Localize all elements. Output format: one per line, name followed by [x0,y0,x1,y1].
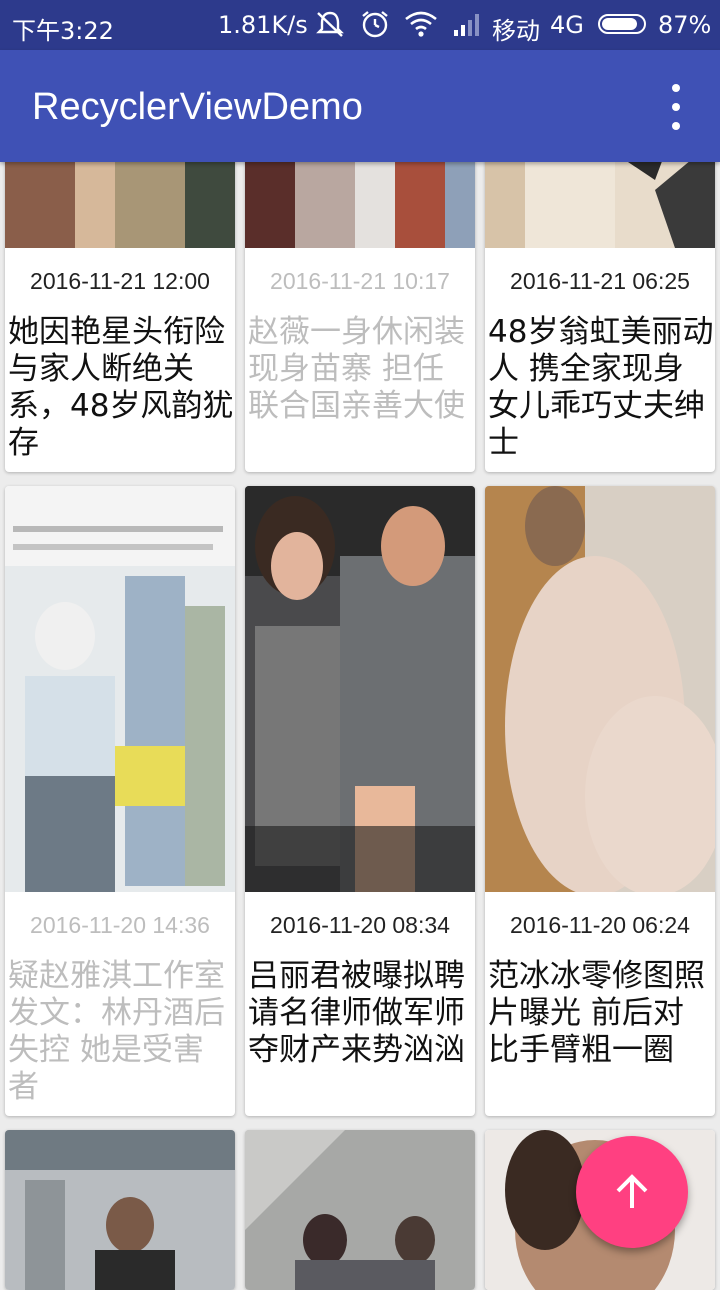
app-title: RecyclerViewDemo [32,86,363,128]
status-bar: 下午3:22 1.81K/s 移动 4G 87% [0,0,720,50]
signal-icon [454,14,479,36]
news-thumbnail [245,486,475,892]
news-thumbnail [245,1130,475,1290]
news-title: 48岁翁虹美丽动人 携全家现身女儿乖巧丈夫绅士 [488,314,714,461]
battery-level [602,18,637,30]
network-type: 4G [550,11,584,39]
news-title: 范冰冰零修图照片曝光 前后对比手臂粗一圈 [488,958,705,1068]
news-title: 赵薇一身休闲装现身苗寨 担任联合国亲善大使 [248,314,465,424]
news-thumbnail [5,1130,235,1290]
news-date: 2016-11-20 14:36 [30,912,210,938]
news-date: 2016-11-21 06:25 [510,268,690,294]
alarm-icon [362,11,388,38]
news-date: 2016-11-20 08:34 [270,912,450,938]
carrier-name: 移动 [492,17,540,45]
battery-percent: 87% [658,11,712,39]
news-card[interactable] [245,1130,475,1290]
news-grid[interactable]: 2016-11-21 12:00 她因艳星头衔险与家人断绝关系，48岁风韵犹存 … [0,0,720,1290]
app-bar: RecyclerViewDemo [0,50,720,162]
news-date: 2016-11-20 06:24 [510,912,690,938]
news-thumbnail [485,486,715,892]
news-card[interactable] [5,1130,235,1290]
scroll-to-top-button[interactable] [576,1136,688,1248]
news-title: 她因艳星头衔险与家人断绝关系，48岁风韵犹存 [8,314,234,461]
news-date: 2016-11-21 12:00 [30,268,210,294]
overflow-menu-icon[interactable] [656,84,696,130]
news-thumbnail [5,486,235,892]
news-title: 疑赵雅淇工作室发文：林丹酒后失控 她是受害者 [8,958,225,1105]
news-card[interactable]: 2016-11-20 08:34 吕丽君被曝拟聘请名律师做军师夺财产来势汹汹 [245,486,475,1116]
news-card[interactable]: 2016-11-20 14:36 疑赵雅淇工作室发文：林丹酒后失控 她是受害者 [5,486,235,1116]
news-title: 吕丽君被曝拟聘请名律师做军师夺财产来势汹汹 [248,958,465,1068]
network-speed: 1.81K/s [218,11,308,39]
mute-icon [316,11,344,37]
news-card[interactable]: 2016-11-20 06:24 范冰冰零修图照片曝光 前后对比手臂粗一圈 [485,486,715,1116]
battery-icon [598,14,646,34]
status-icons [314,9,484,39]
wifi-icon [405,11,437,37]
status-time: 下午3:22 [12,17,114,45]
news-date: 2016-11-21 10:17 [270,268,450,294]
arrow-up-icon [616,1174,648,1208]
